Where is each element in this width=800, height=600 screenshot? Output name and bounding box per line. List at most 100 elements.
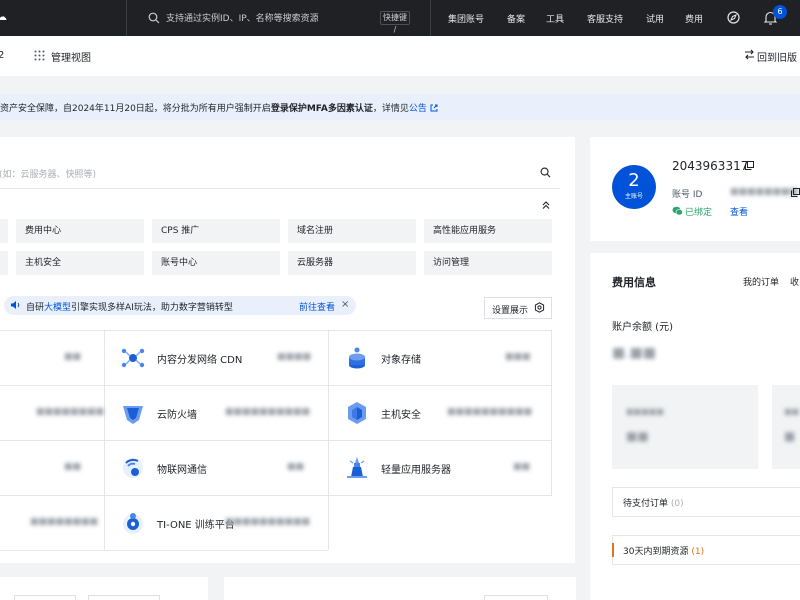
divider bbox=[0, 188, 560, 189]
top-navigation-bar: ☁ 支持通过实例ID、IP、名称等搜索资源 快捷键 / 集团账号 备案 工具 客… bbox=[0, 0, 800, 36]
product-tile-ti-one[interactable]: TI-ONE 训练平台 ■■■■■■■■■■ bbox=[105, 496, 328, 550]
quick-link-billing-center[interactable]: 费用中心 bbox=[16, 219, 144, 243]
pending-orders-count: (0) bbox=[670, 499, 684, 509]
nav-billing[interactable]: 费用 bbox=[685, 12, 703, 25]
account-view-link[interactable]: 查看 bbox=[730, 205, 748, 218]
fee-summary-box[interactable]: ■■ ■ bbox=[772, 385, 800, 469]
avatar-caption: 主账号 bbox=[624, 193, 643, 200]
global-search-placeholder: 支持通过实例ID、IP、名称等搜索资源 bbox=[166, 14, 319, 24]
search-icon[interactable] bbox=[540, 167, 551, 178]
view-toolbar: 2 管理视图 回到旧版 bbox=[0, 36, 800, 76]
product-name: 主机安全 bbox=[381, 410, 421, 421]
expiring-resources-row[interactable]: 30天内到期资源 (1) bbox=[612, 535, 800, 565]
product-tile-cos[interactable]: 对象存储 ■■■ bbox=[329, 331, 552, 385]
product-value: ■■■■■■■■■■ bbox=[225, 517, 311, 527]
search-shortcut-hint: 快捷键 / bbox=[380, 11, 410, 34]
my-orders-link[interactable]: 我的订单 bbox=[743, 275, 779, 288]
quick-link-cvm[interactable]: 云服务器 bbox=[288, 251, 416, 275]
avatar: 2 主账号 bbox=[612, 165, 656, 209]
bottom-card-tab[interactable] bbox=[88, 595, 160, 600]
speaker-icon bbox=[11, 301, 20, 309]
wechat-icon bbox=[672, 206, 683, 216]
expiring-resources-count: (1) bbox=[691, 547, 705, 557]
product-value: ■■■■ bbox=[277, 352, 312, 362]
copy-icon[interactable] bbox=[745, 161, 754, 170]
collapse-icon[interactable] bbox=[541, 200, 551, 210]
pending-orders-row[interactable]: 待支付订单 (0) bbox=[612, 487, 800, 517]
warning-indicator bbox=[612, 543, 614, 557]
billing-info-card: 费用信息 我的订单 收 账户余额 (元) ■.■■ ■■■■■ ■■ ■■ ■ … bbox=[590, 253, 800, 600]
quick-link-partial[interactable] bbox=[0, 251, 8, 275]
bottom-card-tab[interactable] bbox=[14, 595, 76, 600]
product-search-placeholder: (如：云服务器、快照等) bbox=[0, 170, 97, 180]
quick-link-domain[interactable]: 域名注册 bbox=[288, 219, 416, 243]
ti-one-icon bbox=[123, 513, 143, 534]
quick-link-account-center[interactable]: 账号中心 bbox=[152, 251, 280, 275]
ai-promo-banner: 自研大模型引擎实现多样AI玩法，助力数字营销转型 前往查看 × bbox=[4, 296, 356, 315]
back-to-old-version-button[interactable]: 回到旧版 bbox=[757, 49, 797, 64]
display-settings-label: 设置展示 bbox=[492, 306, 529, 316]
quick-link-hai[interactable]: 高性能应用服务 bbox=[424, 219, 552, 243]
bottom-card bbox=[0, 577, 208, 600]
lighthouse-icon bbox=[347, 457, 367, 478]
product-name: 轻量应用服务器 bbox=[381, 465, 451, 476]
manage-view-button[interactable]: 管理视图 bbox=[51, 49, 91, 64]
host-security-icon bbox=[348, 402, 366, 424]
pending-orders-label: 待支付订单 (0) bbox=[623, 499, 684, 509]
divider bbox=[430, 0, 431, 36]
compass-icon[interactable] bbox=[727, 11, 740, 24]
product-tile-cloud-firewall[interactable]: 云防火墙 ■■■■■■■■■■ bbox=[105, 386, 328, 440]
security-notice-banner: 资产安全保障，自2024年11月20日起，将分批为所有用户强制开启登录保护MFA… bbox=[0, 94, 800, 120]
product-tile-host-security[interactable]: 主机安全 ■■■■■■■■■■ bbox=[329, 386, 552, 440]
grid-line bbox=[0, 550, 328, 551]
promo-text: 自研大模型引擎实现多样AI玩法，助力数字营销转型 bbox=[26, 303, 233, 313]
nav-group-account[interactable]: 集团账号 bbox=[448, 12, 484, 25]
wechat-bound-status: 已绑定 bbox=[685, 208, 713, 218]
global-search[interactable]: 支持通过实例ID、IP、名称等搜索资源 快捷键 / bbox=[140, 6, 412, 34]
display-settings-button[interactable]: 设置展示 bbox=[484, 297, 552, 319]
product-value: ■■■■■■■■ bbox=[30, 517, 99, 527]
notice-link[interactable]: 公告 bbox=[409, 104, 427, 114]
copy-icon[interactable] bbox=[791, 188, 800, 197]
account-card: 2 主账号 2043963317 账号 ID ■■■■■■■■ 已绑定 查看 bbox=[590, 137, 800, 241]
cdn-icon bbox=[121, 348, 145, 368]
product-name: 云防火墙 bbox=[157, 410, 197, 421]
console-logo-icon[interactable]: ☁ bbox=[0, 12, 7, 23]
iot-icon bbox=[123, 458, 143, 478]
quick-link-partial[interactable] bbox=[0, 219, 8, 243]
object-storage-icon bbox=[349, 347, 365, 369]
fee-summary-box[interactable]: ■■■■■ ■■ bbox=[612, 385, 758, 469]
account-id-value: ■■■■■■■■ bbox=[730, 187, 799, 197]
product-tile-lighthouse[interactable]: 轻量应用服务器 ■■ bbox=[329, 441, 552, 495]
product-name: 物联网通信 bbox=[157, 465, 207, 476]
bottom-card-tab[interactable] bbox=[484, 595, 548, 600]
fee-summary-label: ■■ bbox=[784, 407, 800, 416]
promo-view-link[interactable]: 前往查看 bbox=[299, 300, 335, 313]
quick-link-cps[interactable]: CPS 推广 bbox=[152, 219, 280, 243]
product-value: ■■■■■■■■■■ bbox=[225, 407, 311, 417]
fee-summary-value: ■■ bbox=[626, 429, 649, 443]
nav-trial[interactable]: 试用 bbox=[646, 12, 664, 25]
product-name: 内容分发网络 CDN bbox=[157, 355, 243, 366]
product-value: ■■■ bbox=[505, 352, 531, 362]
quick-link-cam[interactable]: 访问管理 bbox=[424, 251, 552, 275]
cloud-firewall-icon bbox=[123, 406, 143, 424]
swap-icon bbox=[745, 49, 754, 60]
nav-icp-filing[interactable]: 备案 bbox=[507, 12, 525, 25]
search-icon bbox=[148, 12, 160, 24]
view-number: 2 bbox=[0, 50, 5, 61]
nav-tools[interactable]: 工具 bbox=[546, 12, 564, 25]
gear-icon bbox=[534, 302, 545, 313]
close-icon[interactable]: × bbox=[341, 299, 349, 310]
fee-more-link[interactable]: 收 bbox=[790, 275, 799, 288]
notice-text: 资产安全保障，自2024年11月20日起，将分批为所有用户强制开启登录保护MFA… bbox=[0, 101, 438, 114]
external-link-icon bbox=[430, 104, 438, 112]
product-value: ■■ bbox=[287, 462, 305, 472]
product-tile-cdn[interactable]: 内容分发网络 CDN ■■■■ bbox=[105, 331, 328, 385]
product-value: ■■ bbox=[64, 352, 82, 362]
quick-link-host-security[interactable]: 主机安全 bbox=[16, 251, 144, 275]
account-id-label: 账号 ID bbox=[672, 190, 703, 200]
nav-support[interactable]: 客服支持 bbox=[587, 12, 623, 25]
grid-icon bbox=[34, 50, 45, 61]
product-tile-iot[interactable]: 物联网通信 ■■ bbox=[105, 441, 328, 495]
